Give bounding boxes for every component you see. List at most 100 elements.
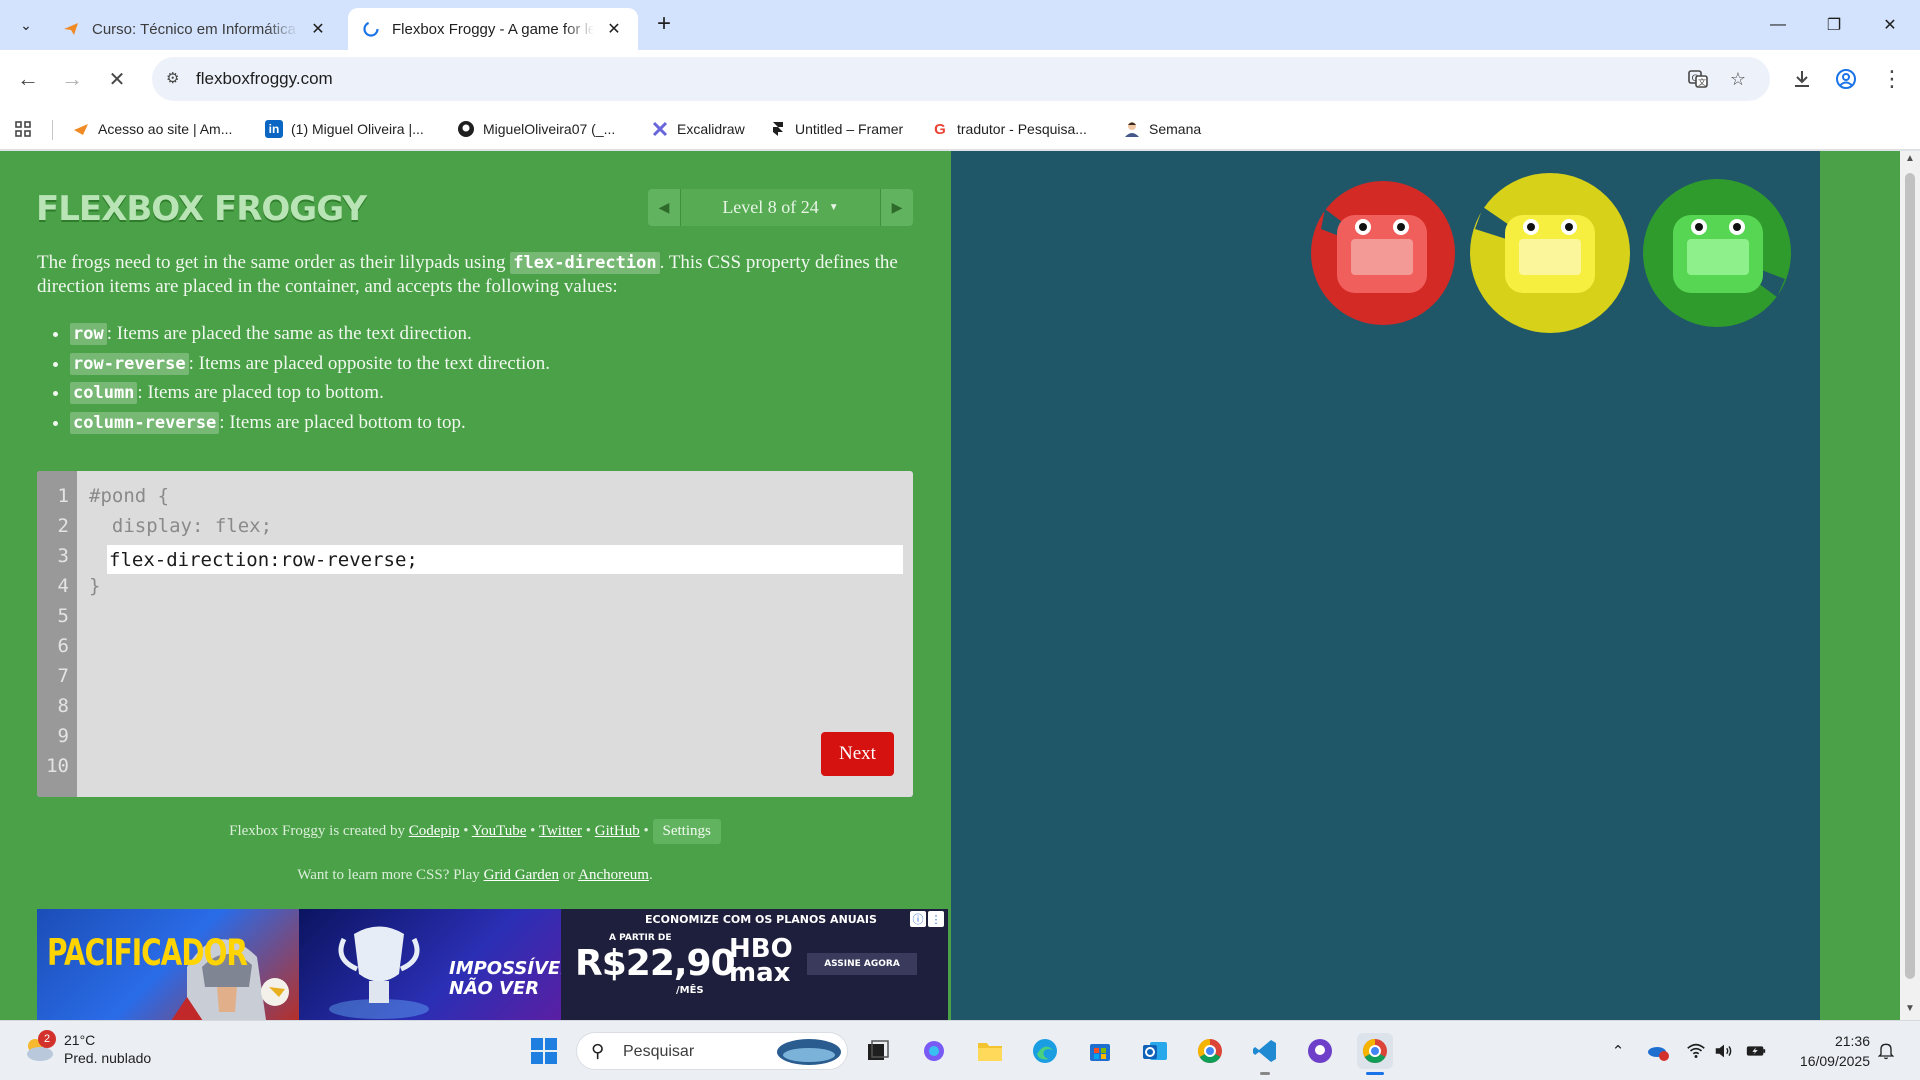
line-number: 4 bbox=[57, 575, 69, 597]
outlook-icon[interactable] bbox=[1137, 1033, 1173, 1069]
download-icon[interactable] bbox=[1786, 63, 1818, 95]
line-number: 9 bbox=[57, 725, 69, 747]
ad-hbo-unit: /MÊS bbox=[676, 985, 704, 996]
search-icon: ⚲ bbox=[591, 1041, 605, 1061]
active-indicator bbox=[1366, 1072, 1384, 1075]
battery-charging-icon[interactable] bbox=[1744, 1039, 1768, 1063]
bookmarks-separator bbox=[52, 120, 53, 140]
line-number: 5 bbox=[57, 605, 69, 627]
bookmark-star-icon[interactable]: ☆ bbox=[1726, 67, 1750, 91]
github-icon bbox=[457, 120, 475, 138]
grid-garden-link[interactable]: Grid Garden bbox=[484, 867, 559, 883]
forward-arrow-icon[interactable]: → bbox=[56, 63, 88, 95]
ad-panel-pacificador[interactable]: PACIFICADOR bbox=[37, 909, 299, 1020]
new-tab-button[interactable]: + bbox=[650, 10, 678, 38]
minimize-icon[interactable]: — bbox=[1758, 10, 1798, 40]
close-tab-icon[interactable]: ✕ bbox=[604, 19, 624, 39]
bookmark-linkedin[interactable]: in (1) Miguel Oliveira |... bbox=[265, 117, 424, 141]
scroll-up-icon[interactable]: ▲ bbox=[1904, 153, 1916, 164]
scroll-down-icon[interactable]: ▼ bbox=[1904, 1003, 1916, 1014]
ad-panel-champions[interactable]: IMPOSSÍVEL NÃO VER bbox=[299, 909, 561, 1020]
value-code: row-reverse bbox=[70, 352, 189, 375]
twitter-link[interactable]: Twitter bbox=[539, 823, 582, 839]
tab-flexbox-froggy[interactable]: Flexbox Froggy - A game for learn ✕ bbox=[348, 8, 638, 50]
value-code: column-reverse bbox=[70, 411, 220, 434]
chrome-active-icon[interactable] bbox=[1357, 1033, 1393, 1075]
bookmark-label: MiguelOliveira07 (_... bbox=[483, 121, 616, 137]
paper-plane-icon bbox=[72, 120, 90, 138]
bookmark-excalidraw[interactable]: Excalidraw bbox=[651, 117, 745, 141]
bookmark-tradutor[interactable]: G tradutor - Pesquisa... bbox=[931, 117, 1087, 141]
microsoft-store-icon[interactable] bbox=[1082, 1033, 1118, 1069]
task-view-icon[interactable] bbox=[860, 1033, 896, 1069]
close-tab-icon[interactable]: ✕ bbox=[308, 19, 328, 39]
ad-panel-hbo-max[interactable]: ECONOMIZE COM OS PLANOS ANUAIS A PARTIR … bbox=[561, 909, 948, 1020]
list-item: column-reverse: Items are placed bottom … bbox=[70, 408, 910, 438]
address-bar[interactable]: ⚙ flexboxfroggy.com G文 ☆ bbox=[152, 57, 1770, 101]
bookmark-acesso[interactable]: Acesso ao site | Am... bbox=[72, 117, 232, 141]
settings-button[interactable]: Settings bbox=[652, 819, 721, 844]
previous-level-button[interactable]: ◀ bbox=[648, 189, 680, 226]
show-hidden-icons-chevron-icon[interactable]: ⌃ bbox=[1606, 1039, 1630, 1063]
ad-hbo-cta[interactable]: ASSINE AGORA bbox=[807, 953, 917, 975]
learn-more-middle: or bbox=[558, 867, 579, 883]
person-icon bbox=[1123, 120, 1141, 138]
chrome-icon[interactable] bbox=[1192, 1033, 1228, 1069]
copilot-icon[interactable] bbox=[916, 1033, 952, 1069]
menu-kebab-icon[interactable]: ⋮ bbox=[1876, 63, 1908, 95]
windows-start-icon[interactable] bbox=[526, 1033, 562, 1069]
github-link[interactable]: GitHub bbox=[595, 823, 640, 839]
wifi-icon[interactable] bbox=[1684, 1039, 1708, 1063]
level-indicator[interactable]: Level 8 of 24 ▼ bbox=[680, 189, 881, 226]
ad-choices[interactable]: ⓘ ⋮ bbox=[910, 911, 944, 927]
youtube-link[interactable]: YouTube bbox=[472, 823, 527, 839]
apps-grid-icon[interactable] bbox=[14, 117, 32, 141]
vertical-scrollbar[interactable]: ▲ ▼ bbox=[1900, 151, 1920, 1020]
tab-curso[interactable]: Curso: Técnico em Informática - Ir ✕ bbox=[48, 8, 342, 50]
bookmark-semana[interactable]: Semana bbox=[1123, 117, 1201, 141]
system-clock[interactable]: 21:36 16/09/2025 bbox=[1770, 1031, 1870, 1071]
tab-strip: ⌄ Curso: Técnico em Informática - Ir ✕ F… bbox=[0, 0, 1920, 50]
onedrive-error-icon[interactable] bbox=[1646, 1039, 1670, 1063]
edge-browser-icon[interactable] bbox=[1027, 1033, 1063, 1069]
bookmark-label: (1) Miguel Oliveira |... bbox=[291, 121, 424, 137]
notification-bell-icon[interactable] bbox=[1874, 1039, 1898, 1063]
bookmark-framer[interactable]: Untitled – Framer bbox=[769, 117, 903, 141]
vscode-icon[interactable] bbox=[1247, 1033, 1283, 1075]
ad-info-icon[interactable]: ⓘ bbox=[910, 911, 926, 927]
stop-loading-icon[interactable]: ✕ bbox=[101, 63, 133, 95]
next-button[interactable]: Next bbox=[821, 732, 894, 776]
weather-widget[interactable]: 2 21°C Pred. nublado bbox=[22, 1030, 151, 1067]
profile-avatar-icon[interactable] bbox=[1830, 63, 1862, 95]
line-number: 6 bbox=[57, 635, 69, 657]
back-arrow-icon[interactable]: ← bbox=[12, 63, 44, 95]
frog-yellow bbox=[1505, 215, 1595, 293]
bookmark-github[interactable]: MiguelOliveira07 (_... bbox=[457, 117, 615, 141]
github-desktop-icon[interactable] bbox=[1302, 1033, 1338, 1069]
ad-banner[interactable]: PACIFICADOR IMPOSSÍVEL NÃO VER ECONOMIZE… bbox=[37, 909, 948, 1020]
next-level-button[interactable]: ▶ bbox=[881, 189, 913, 226]
taskbar-search[interactable]: ⚲ Pesquisar bbox=[576, 1032, 848, 1070]
file-explorer-icon[interactable] bbox=[972, 1033, 1008, 1069]
weather-badge: 2 bbox=[38, 1030, 56, 1048]
ad-options-icon[interactable]: ⋮ bbox=[928, 911, 944, 927]
restore-icon[interactable]: ❐ bbox=[1814, 10, 1854, 40]
close-window-icon[interactable]: ✕ bbox=[1870, 10, 1910, 40]
codepip-link[interactable]: Codepip bbox=[409, 823, 460, 839]
scrollbar-thumb[interactable] bbox=[1905, 173, 1915, 979]
loading-spinner-icon bbox=[363, 21, 379, 37]
anchoreum-link[interactable]: Anchoreum bbox=[578, 867, 649, 883]
search-placeholder: Pesquisar bbox=[623, 1043, 695, 1060]
line-number-gutter: 1 2 3 4 5 6 7 8 9 10 bbox=[37, 471, 77, 797]
google-icon: G bbox=[934, 120, 946, 138]
tab-title: Curso: Técnico em Informática - Ir bbox=[92, 20, 298, 38]
value-description: : Items are placed opposite to the text … bbox=[188, 352, 551, 374]
value-code: row bbox=[70, 323, 107, 345]
ad-hbo-header: ECONOMIZE COM OS PLANOS ANUAIS bbox=[645, 913, 877, 926]
site-info-icon[interactable]: ⚙ bbox=[166, 69, 186, 89]
tab-search-chevron-icon[interactable]: ⌄ bbox=[12, 11, 40, 39]
volume-icon[interactable] bbox=[1712, 1039, 1736, 1063]
css-answer-input[interactable] bbox=[107, 545, 903, 574]
translate-icon[interactable]: G文 bbox=[1686, 67, 1710, 91]
url-text[interactable]: flexboxfroggy.com bbox=[196, 69, 333, 89]
